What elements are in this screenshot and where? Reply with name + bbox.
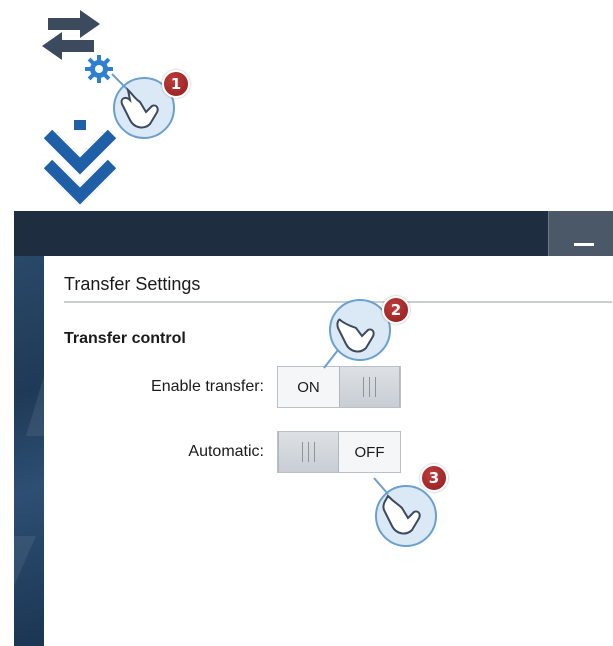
grip-icon [302, 442, 315, 462]
page-title: Transfer Settings [64, 274, 201, 294]
step-3-badge: 3 [420, 464, 448, 492]
minimize-icon [574, 243, 594, 246]
toggle-knob[interactable] [278, 432, 339, 472]
minimize-button[interactable] [548, 211, 613, 256]
enable-transfer-label: Enable transfer: [151, 378, 264, 395]
side-panel-decoration [14, 256, 44, 646]
section-title: Transfer control [64, 330, 186, 347]
double-chevron-down-icon [43, 120, 117, 205]
automatic-label: Automatic: [188, 443, 264, 460]
toggle-knob[interactable] [339, 367, 400, 407]
automatic-toggle[interactable]: OFF [277, 431, 401, 473]
grip-icon [363, 377, 376, 397]
enable-transfer-toggle[interactable]: ON [277, 366, 401, 408]
enable-transfer-state[interactable]: ON [278, 367, 339, 407]
window-titlebar [14, 211, 613, 256]
step-2-badge: 2 [382, 296, 410, 324]
step-1-badge: 1 [162, 70, 190, 98]
automatic-state[interactable]: OFF [339, 432, 400, 472]
